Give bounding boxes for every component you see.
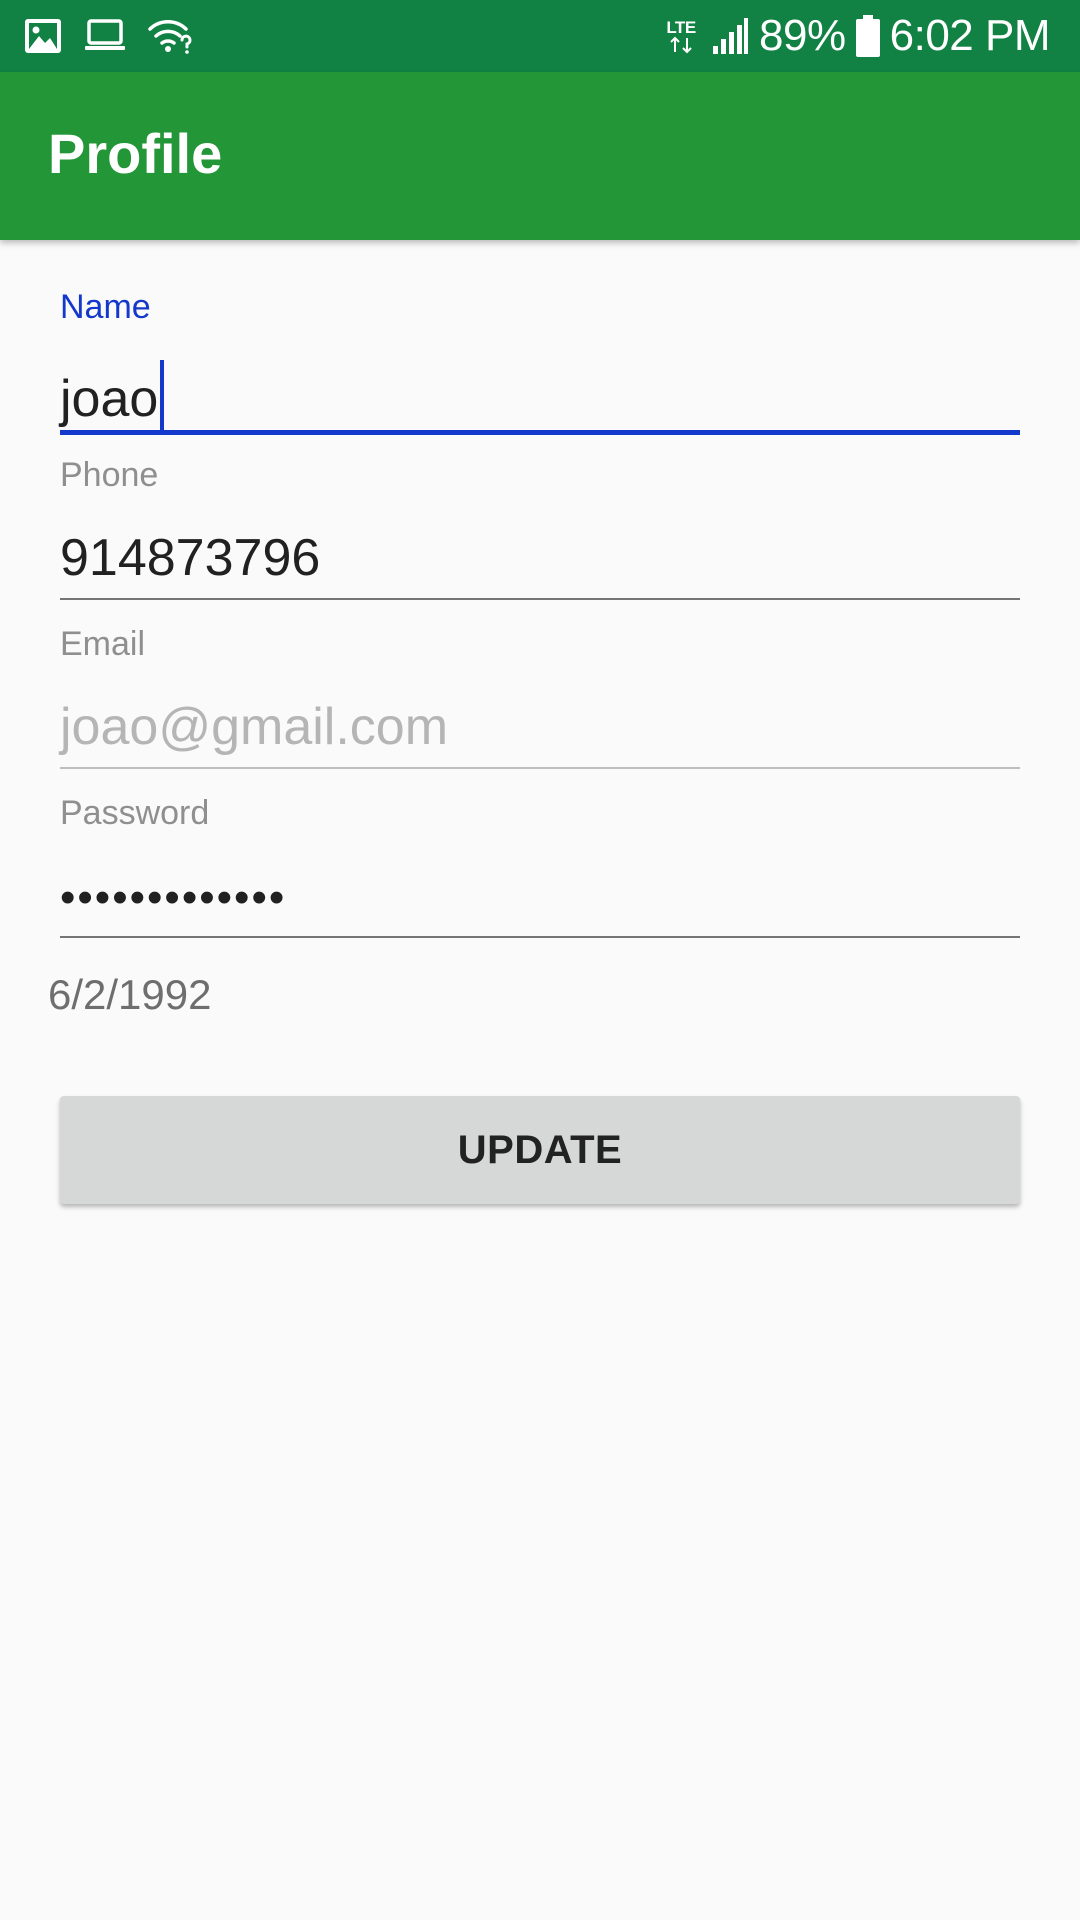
lte-icon: LTE: [661, 16, 701, 56]
status-bar-left-icons: [24, 16, 192, 56]
page-title: Profile: [48, 122, 223, 185]
status-bar-right: LTE 89% 6:02 PM: [661, 10, 1050, 62]
update-button[interactable]: UPDATE: [60, 1096, 1020, 1204]
email-field: Email joao@gmail.com: [60, 627, 1020, 772]
laptop-icon: [84, 19, 126, 53]
email-underline: [60, 767, 1020, 769]
name-underline: [60, 430, 1020, 435]
password-field[interactable]: Password •••••••••••••: [60, 796, 1020, 941]
email-input-value: joao@gmail.com: [60, 698, 449, 756]
phone-label: Phone: [60, 456, 159, 494]
name-label: Name: [60, 288, 151, 326]
birth-date-text[interactable]: 6/2/1992: [48, 974, 212, 1016]
name-field[interactable]: Name joao: [60, 288, 1020, 438]
wifi-question-icon: [148, 18, 192, 54]
app-bar: Profile: [0, 72, 1080, 240]
phone-underline: [60, 598, 1020, 600]
battery-icon: [855, 15, 880, 57]
name-input-value[interactable]: joao: [60, 360, 165, 430]
status-time: 6:02 PM: [889, 11, 1051, 60]
password-label: Password: [60, 794, 210, 832]
signal-icon: [711, 16, 749, 56]
password-input-value[interactable]: •••••••••••••: [60, 876, 286, 920]
name-value-text: joao: [60, 370, 159, 428]
email-label: Email: [60, 625, 146, 663]
status-bar: LTE 89% 6:02 PM: [0, 0, 1080, 72]
lte-label: LTE: [666, 18, 696, 37]
phone-field[interactable]: Phone 914873796: [60, 458, 1020, 603]
phone-input-value[interactable]: 914873796: [60, 532, 320, 584]
image-icon: [24, 18, 62, 54]
battery-percent: 89%: [759, 11, 846, 60]
text-cursor: [160, 360, 165, 430]
password-underline: [60, 936, 1020, 938]
